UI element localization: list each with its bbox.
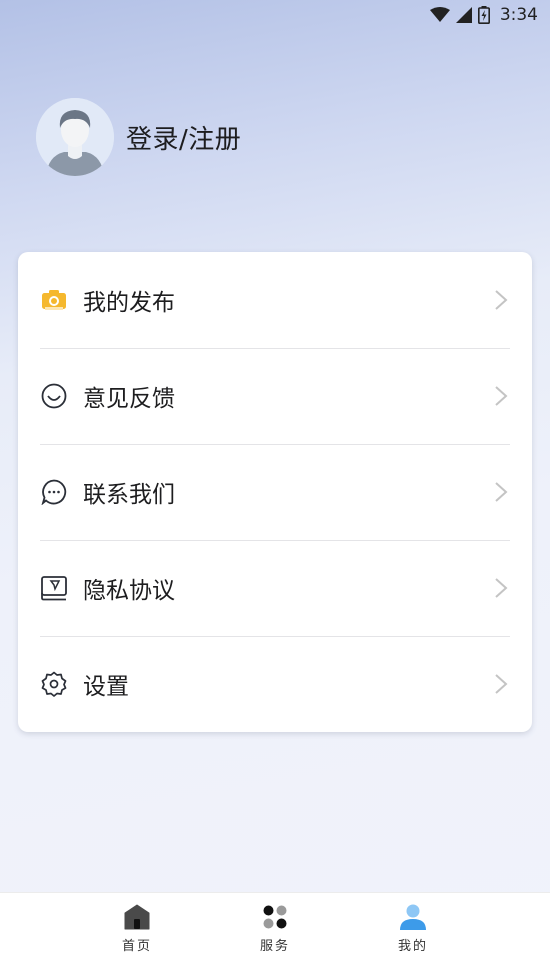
menu-item-privacy-policy[interactable]: 隐私协议 [18,540,532,636]
chevron-right-icon [495,386,508,406]
status-time: 3:34 [499,5,538,25]
chat-bubble-icon [40,478,68,506]
menu-item-my-posts[interactable]: 我的发布 [18,252,532,348]
user-avatar-icon[interactable] [36,98,114,176]
menu-label: 联系我们 [83,482,175,508]
menu-label: 隐私协议 [83,578,175,604]
chevron-right-icon [495,290,508,310]
menu-label: 我的发布 [83,290,175,316]
menu-card: 我的发布 意见反馈 联系我们 隐私协议 设置 [18,252,532,732]
nav-label: 服务 [259,939,290,954]
menu-item-feedback[interactable]: 意见反馈 [18,348,532,444]
nav-tab-mine[interactable]: 我的 [344,893,482,978]
home-icon [123,903,151,931]
nav-tab-services[interactable]: 服务 [206,893,344,978]
document-icon [40,574,68,602]
gear-icon [40,670,68,698]
chevron-right-icon [495,674,508,694]
nav-tab-home[interactable]: 首页 [68,893,206,978]
smile-icon [40,382,68,410]
nav-label: 我的 [397,939,428,954]
menu-item-settings[interactable]: 设置 [18,636,532,732]
nav-label: 首页 [121,939,152,954]
wifi-icon [429,7,450,22]
camera-icon [40,286,68,314]
chevron-right-icon [495,482,508,502]
profile-header[interactable]: 登录/注册 [36,98,241,176]
bottom-nav: 首页 服务 我的 [0,892,550,978]
menu-label: 意见反馈 [83,386,175,412]
signal-icon [455,7,472,23]
menu-label: 设置 [83,674,129,700]
menu-item-contact-us[interactable]: 联系我们 [18,444,532,540]
grid-dots-icon [261,903,289,931]
status-bar: 3:34 [0,0,550,30]
person-icon [399,903,427,931]
chevron-right-icon [495,578,508,598]
login-register-link[interactable]: 登录/注册 [126,119,241,156]
battery-icon [477,6,490,24]
